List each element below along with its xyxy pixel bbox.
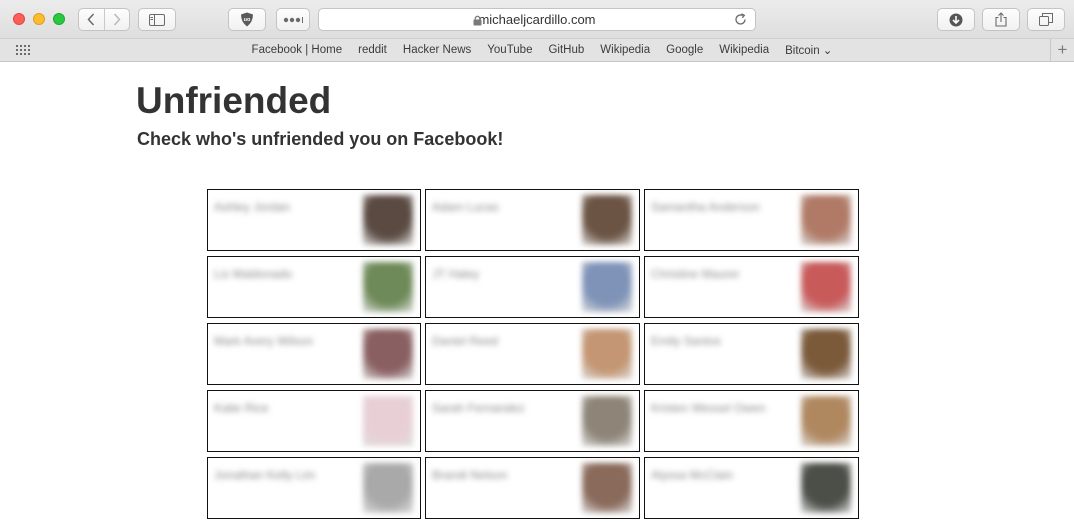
- ellipsis-icon: [283, 16, 303, 23]
- friend-name: Katie Rice: [214, 401, 269, 415]
- friend-photo: [582, 262, 632, 312]
- friend-card[interactable]: Ashley Jordan: [207, 189, 421, 251]
- friend-photo: [363, 396, 413, 446]
- friend-photo: [801, 396, 851, 446]
- friend-name: Ashley Jordan: [214, 200, 291, 214]
- friend-name: Alyssa McClain: [651, 468, 734, 482]
- download-icon: [949, 13, 963, 26]
- tabs-icon: [1039, 13, 1053, 26]
- ublock-extension-button[interactable]: uo: [228, 8, 266, 31]
- show-tabs-button[interactable]: [1027, 8, 1065, 31]
- favorite-link[interactable]: Facebook | Home: [252, 44, 343, 56]
- friend-name: Brandi Nelson: [432, 468, 508, 482]
- favorite-link[interactable]: reddit: [358, 44, 387, 56]
- friend-photo: [363, 463, 413, 513]
- more-extensions-button[interactable]: [276, 8, 310, 31]
- reload-icon[interactable]: [734, 13, 747, 26]
- sidebar-icon: [149, 13, 165, 26]
- friend-name: Mark Avery Wilson: [214, 334, 314, 348]
- favorite-link[interactable]: Hacker News: [403, 44, 471, 56]
- friend-card[interactable]: Alyssa McClain: [644, 457, 859, 519]
- page-title: Unfriended: [136, 80, 332, 121]
- url-text: michaeljcardillo.com: [478, 12, 596, 27]
- friend-photo: [363, 195, 413, 245]
- favorite-link[interactable]: Google: [666, 44, 703, 56]
- downloads-button[interactable]: [937, 8, 975, 31]
- close-window-button[interactable]: [13, 13, 25, 25]
- shield-icon: uo: [241, 12, 253, 27]
- new-tab-button[interactable]: +: [1050, 39, 1074, 61]
- svg-text:uo: uo: [244, 17, 251, 23]
- friend-name: Jonathan Kelly Lim: [214, 468, 316, 482]
- friend-photo: [582, 396, 632, 446]
- friend-card[interactable]: Katie Rice: [207, 390, 421, 452]
- favorite-link[interactable]: YouTube: [487, 44, 532, 56]
- favorite-link[interactable]: GitHub: [548, 44, 584, 56]
- friend-name: Emily Santos: [651, 334, 722, 348]
- friend-card[interactable]: Kristen Wessel Owen: [644, 390, 859, 452]
- friend-name: JT Haley: [432, 267, 480, 281]
- favorite-link[interactable]: Wikipedia: [719, 44, 769, 56]
- favorite-link[interactable]: Wikipedia: [600, 44, 650, 56]
- friend-photo: [582, 463, 632, 513]
- zoom-window-button[interactable]: [53, 13, 65, 25]
- friend-card[interactable]: Emily Santos: [644, 323, 859, 385]
- friend-photo: [801, 195, 851, 245]
- plus-icon: +: [1057, 40, 1068, 59]
- page-subtitle: Check who's unfriended you on Facebook!: [137, 129, 504, 149]
- friend-photo: [582, 329, 632, 379]
- friend-name: Samantha Anderson: [651, 200, 760, 214]
- chevron-left-icon: [87, 13, 95, 26]
- forward-button[interactable]: [103, 9, 129, 30]
- friend-card[interactable]: Liz Maldonado: [207, 256, 421, 318]
- share-icon: [995, 12, 1007, 27]
- browser-toolbar: uo michaeljcardillo.com: [0, 0, 1074, 39]
- friend-card[interactable]: Adam Lucas: [425, 189, 640, 251]
- sidebar-toggle-button[interactable]: [138, 8, 176, 31]
- friend-photo: [801, 329, 851, 379]
- favorites-links: Facebook | Home reddit Hacker News YouTube G…: [0, 39, 1074, 61]
- friend-card[interactable]: Mark Avery Wilson: [207, 323, 421, 385]
- friend-card[interactable]: Brandi Nelson: [425, 457, 640, 519]
- favorites-bar: Facebook | Home reddit Hacker News YouTube G…: [0, 39, 1074, 62]
- friend-name: Daniel Reed: [432, 334, 499, 348]
- friend-photo: [363, 262, 413, 312]
- friend-card[interactable]: Sarah Fernandez: [425, 390, 640, 452]
- favorite-link[interactable]: Bitcoin ⌄: [785, 43, 832, 57]
- friend-card[interactable]: Christine Maurer: [644, 256, 859, 318]
- friends-grid: Ashley Jordan Adam Lucas Samantha Anderson…: [207, 189, 859, 519]
- friend-name: Christine Maurer: [651, 267, 740, 281]
- chevron-right-icon: [113, 13, 121, 26]
- back-button[interactable]: [79, 9, 104, 30]
- navigation-buttons: [78, 8, 130, 31]
- minimize-window-button[interactable]: [33, 13, 45, 25]
- friend-name: Liz Maldonado: [214, 267, 293, 281]
- friend-photo: [363, 329, 413, 379]
- friend-photo: [582, 195, 632, 245]
- friend-name: Kristen Wessel Owen: [651, 401, 766, 415]
- friend-card[interactable]: Samantha Anderson: [644, 189, 859, 251]
- friend-name: Adam Lucas: [432, 200, 499, 214]
- friend-card[interactable]: Jonathan Kelly Lim: [207, 457, 421, 519]
- friend-card[interactable]: Daniel Reed: [425, 323, 640, 385]
- friend-photo: [801, 262, 851, 312]
- address-bar[interactable]: michaeljcardillo.com: [318, 8, 756, 31]
- share-button[interactable]: [982, 8, 1020, 31]
- friend-photo: [801, 463, 851, 513]
- lock-icon: [473, 15, 482, 26]
- friend-name: Sarah Fernandez: [432, 401, 525, 415]
- friend-card[interactable]: JT Haley: [425, 256, 640, 318]
